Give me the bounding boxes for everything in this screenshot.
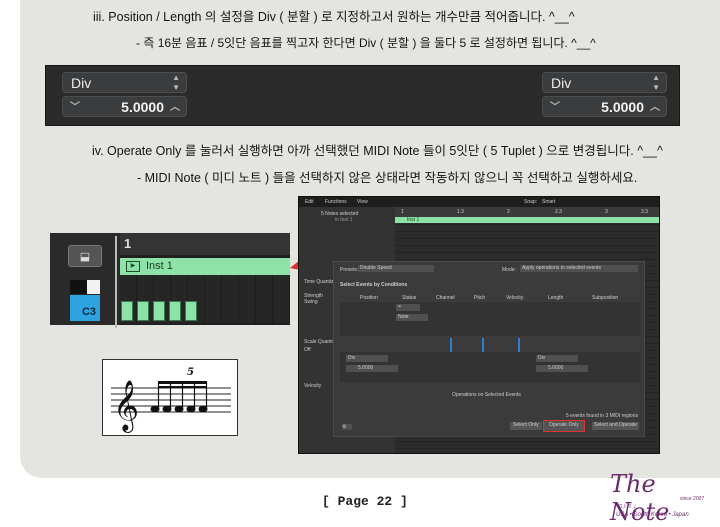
col-length: Length: [548, 295, 564, 301]
section-title: Select Events by Conditions: [340, 282, 408, 288]
logo-tagline: USA • South Korea • Japan: [616, 512, 689, 518]
events-found: 5 events found in 3 MIDI regions: [566, 413, 638, 419]
label-velocity: Velocity: [304, 383, 322, 389]
page-number: [ Page 22 ]: [322, 494, 408, 509]
logic-window: Edit Functions View Snap: Smart 5 Notes …: [298, 196, 660, 454]
snap-label: Snap:: [524, 199, 538, 205]
window-toolbar: Edit Functions View Snap: Smart: [299, 197, 659, 207]
select-and-operate-button[interactable]: Select and Operate: [592, 422, 640, 430]
dialog-position-value[interactable]: 5.0000: [346, 365, 398, 372]
status-operator[interactable]: =: [396, 304, 420, 311]
status-value[interactable]: Note: [396, 314, 428, 321]
flow-line: [518, 338, 520, 352]
label-swing: Swing: [304, 299, 318, 305]
logo: The Note since 2007 ♪♫♪♬♩ USA • South Ko…: [606, 470, 714, 526]
ops-title: Operations on Selected Events: [452, 392, 521, 398]
mode-label: Mode:: [502, 267, 516, 273]
col-position: Position: [360, 295, 378, 301]
flow-line: [450, 338, 452, 352]
ruler-mark: 3.3: [641, 209, 648, 215]
ruler-mark: 1.3: [457, 209, 464, 215]
col-subposition: Subposition: [592, 295, 619, 301]
menu-functions[interactable]: Functions: [325, 199, 347, 205]
mode-select[interactable]: Apply operations to selected events: [520, 265, 638, 272]
snap-value[interactable]: Smart: [542, 199, 555, 205]
menu-view[interactable]: View: [357, 199, 368, 205]
dialog-length-value[interactable]: 5.0000: [536, 365, 588, 372]
notes-selected-sub: in Inst 1: [335, 217, 353, 223]
col-status: Status: [402, 295, 417, 301]
ruler-mark: 1: [401, 209, 404, 215]
transform-dialog: Presets: Double Speed Mode: Apply operat…: [333, 261, 645, 437]
gear-icon[interactable]: ⚙: [342, 424, 352, 430]
presets-select[interactable]: Double Speed: [358, 265, 434, 272]
ruler-mark: 3: [605, 209, 608, 215]
menu-edit[interactable]: Edit: [305, 199, 314, 205]
ruler[interactable]: 1 1.3 2 2.3 3 3.3: [395, 207, 659, 217]
ruler-mark: 2.3: [555, 209, 562, 215]
col-pitch: Pitch: [474, 295, 486, 301]
presets-label: Presets:: [340, 267, 359, 273]
label-off: Off: [304, 347, 311, 353]
select-only-button[interactable]: Select Only: [510, 422, 542, 430]
conditions-area: [340, 302, 640, 336]
dialog-length-mode[interactable]: Div: [536, 355, 578, 362]
label-time-quantize: Time Quantize: [304, 279, 337, 285]
logo-notes-icon: ♪♫♪♬♩: [614, 503, 641, 510]
col-velocity: Velocity: [506, 295, 524, 301]
dialog-position-mode[interactable]: Div: [346, 355, 388, 362]
col-channel: Channel: [436, 295, 455, 301]
flow-line: [482, 338, 484, 352]
operate-only-button[interactable]: Operate Only: [543, 420, 585, 432]
ruler-mark: 2: [507, 209, 510, 215]
logo-since: since 2007: [680, 496, 705, 502]
